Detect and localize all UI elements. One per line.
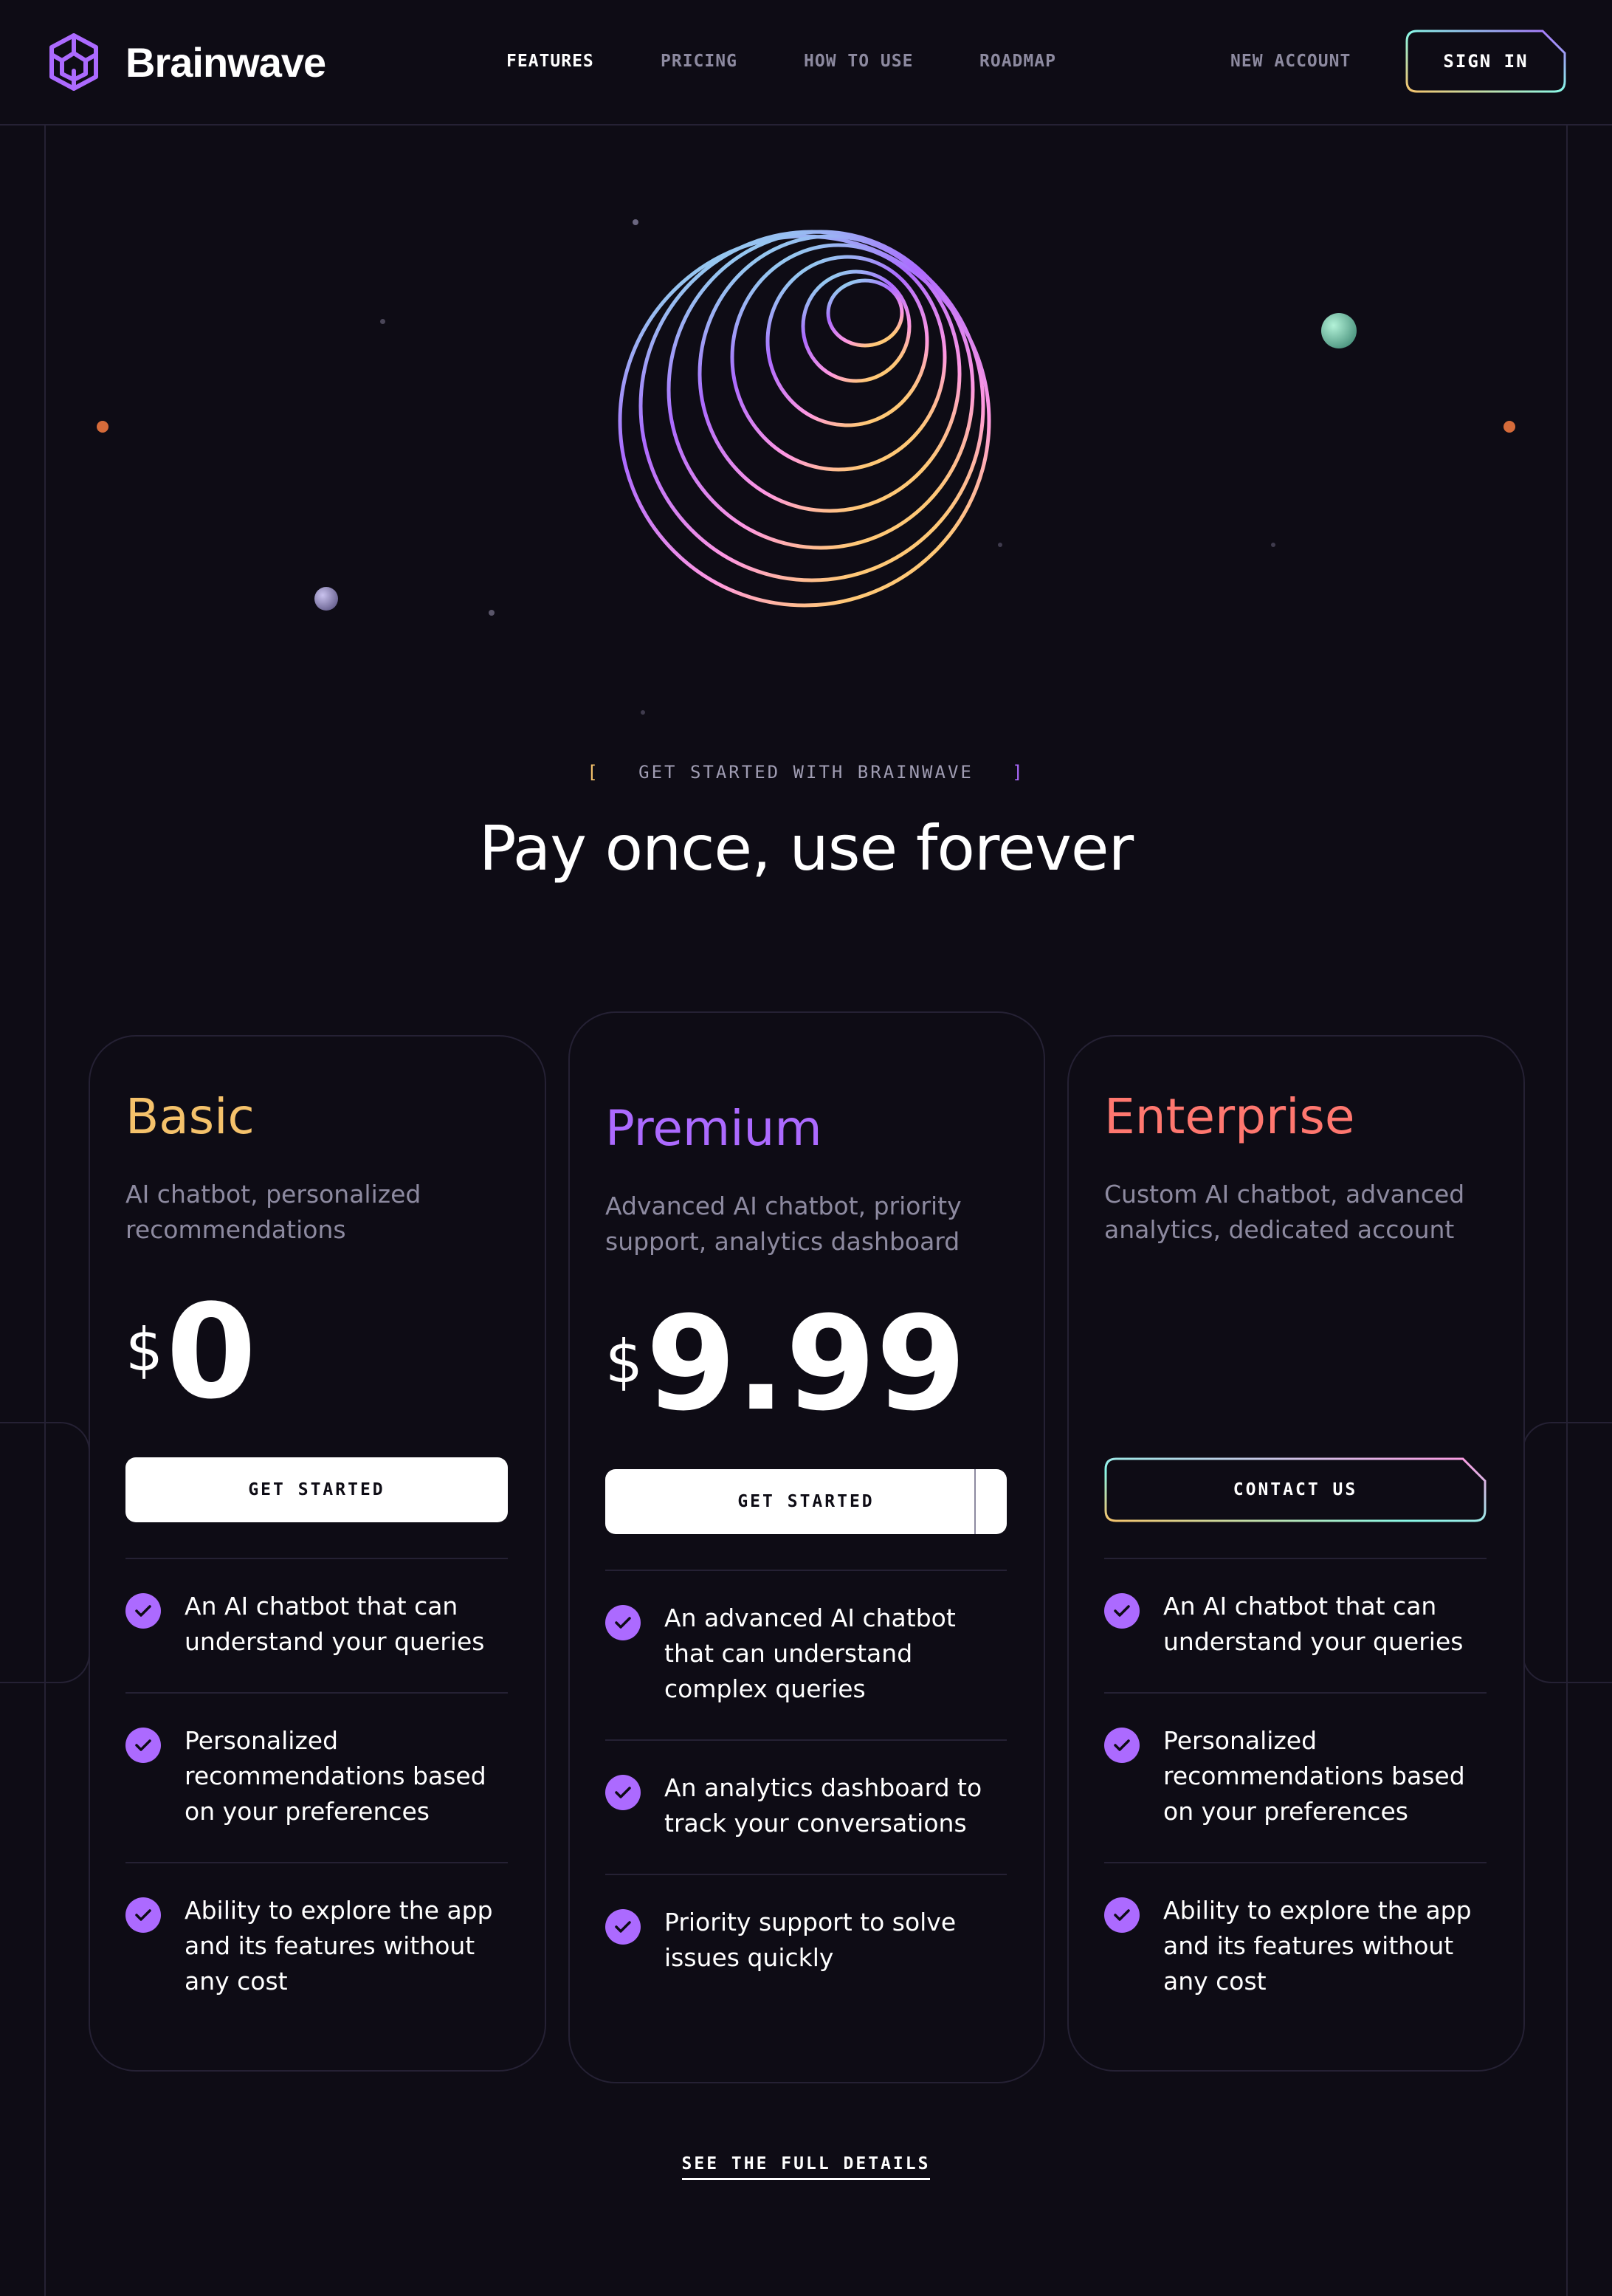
feature-list: An advanced AI chatbot that can understa… [605, 1570, 1007, 2008]
feature-text: An analytics dashboard to track your con… [664, 1773, 982, 1838]
feature-item: Priority support to solve issues quickly [605, 1874, 1007, 2008]
check-icon [1104, 1897, 1140, 1933]
feature-item: Ability to explore the app and its featu… [1104, 1862, 1487, 2032]
feature-item: Ability to explore the app and its featu… [125, 1862, 508, 2032]
check-icon [605, 1909, 641, 1945]
check-icon [1104, 1728, 1140, 1763]
price-currency: $ [605, 1327, 643, 1396]
get-started-button[interactable]: GET STARTED [125, 1457, 508, 1522]
brain-logo-icon [49, 33, 98, 91]
feature-text: Ability to explore the app and its featu… [1163, 1896, 1472, 1996]
check-icon [605, 1605, 641, 1640]
plan-description: Advanced AI chatbot, priority support, a… [605, 1192, 962, 1256]
check-icon [605, 1775, 641, 1810]
eyebrow-bracket-open: [ [587, 762, 600, 783]
feature-list: An AI chatbot that can understand your q… [125, 1558, 508, 2032]
plan-price: $ 0 [125, 1288, 256, 1417]
check-icon [125, 1897, 161, 1933]
feature-item: Personalized recommendations based on yo… [125, 1692, 508, 1862]
sign-in-button[interactable]: SIGN IN [1405, 30, 1566, 93]
decor-dot [380, 319, 385, 324]
nav-pricing[interactable]: PRICING [661, 52, 737, 71]
site-header: Brainwave FEATURES PRICING HOW TO USE RO… [0, 0, 1612, 126]
decor-dot [998, 543, 1002, 547]
nav-roadmap[interactable]: ROADMAP [979, 52, 1056, 71]
price-currency: $ [125, 1316, 163, 1384]
plan-description: Custom AI chatbot, advanced analytics, d… [1104, 1180, 1465, 1244]
feature-text: Priority support to solve issues quickly [664, 1908, 957, 1972]
decor-dot [97, 421, 108, 433]
nav-features[interactable]: FEATURES [506, 52, 594, 71]
eyebrow-bracket-close: ] [1012, 762, 1025, 783]
plan-card-basic: Basic AI chatbot, personalized recommend… [89, 1035, 546, 2072]
plan-name: Premium [605, 1100, 822, 1157]
feature-item: An advanced AI chatbot that can understa… [605, 1570, 1007, 1739]
eyebrow-text: GET STARTED WITH BRAINWAVE [638, 762, 974, 783]
side-decor-left [0, 1422, 90, 1683]
check-icon [1104, 1593, 1140, 1629]
nav-how-to-use[interactable]: HOW TO USE [804, 52, 913, 71]
brand-name: Brainwave [125, 38, 326, 86]
plan-name: Enterprise [1104, 1088, 1355, 1145]
section-title: Pay once, use forever [478, 812, 1134, 884]
frame-line-right [1566, 124, 1568, 2296]
feature-text: Personalized recommendations based on yo… [1163, 1726, 1465, 1826]
feature-text: An AI chatbot that can understand your q… [1163, 1592, 1464, 1656]
frame-line-left [44, 124, 46, 2296]
decor-dot [1271, 543, 1275, 547]
decor-planet [314, 587, 338, 611]
decor-dot [633, 219, 638, 225]
brand-logo[interactable]: Brainwave [43, 31, 326, 93]
plan-description: AI chatbot, personalized recommendations [125, 1180, 421, 1244]
plan-card-premium: Premium Advanced AI chatbot, priority su… [568, 1011, 1045, 2083]
button-label: GET STARTED [248, 1480, 385, 1499]
gradient-sphere-illustration [618, 230, 991, 608]
section-eyebrow: [ GET STARTED WITH BRAINWAVE ] [0, 762, 1612, 783]
button-label: CONTACT US [1233, 1480, 1358, 1499]
contact-us-button[interactable]: CONTACT US [1104, 1457, 1487, 1522]
sign-in-label: SIGN IN [1443, 51, 1529, 72]
button-label: GET STARTED [737, 1492, 875, 1511]
get-started-button[interactable]: GET STARTED [605, 1469, 1007, 1534]
feature-item: An analytics dashboard to track your con… [605, 1739, 1007, 1874]
price-amount: 0 [165, 1276, 257, 1428]
price-amount: 9.99 [645, 1288, 967, 1440]
decor-dot [1504, 421, 1515, 433]
check-icon [125, 1593, 161, 1629]
plan-price: $ 9.99 [605, 1299, 966, 1429]
see-details-container: SEE THE FULL DETAILS [0, 2154, 1612, 2180]
check-icon [125, 1728, 161, 1763]
plan-name: Basic [125, 1088, 255, 1145]
feature-item: Personalized recommendations based on yo… [1104, 1692, 1487, 1862]
feature-text: An advanced AI chatbot that can understa… [664, 1604, 956, 1703]
side-decor-right [1522, 1422, 1612, 1683]
feature-item: An AI chatbot that can understand your q… [1104, 1558, 1487, 1692]
decor-planet [1321, 313, 1357, 348]
button-divider [974, 1469, 976, 1534]
feature-list: An AI chatbot that can understand your q… [1104, 1558, 1487, 2032]
decor-dot [641, 710, 645, 715]
feature-item: An AI chatbot that can understand your q… [125, 1558, 508, 1692]
decor-dot [489, 610, 495, 616]
feature-text: An AI chatbot that can understand your q… [185, 1592, 485, 1656]
see-full-details-link[interactable]: SEE THE FULL DETAILS [681, 2154, 931, 2180]
plan-card-enterprise: Enterprise Custom AI chatbot, advanced a… [1067, 1035, 1525, 2072]
new-account-link[interactable]: NEW ACCOUNT [1230, 52, 1351, 71]
feature-text: Ability to explore the app and its featu… [185, 1896, 493, 1996]
feature-text: Personalized recommendations based on yo… [185, 1726, 486, 1826]
